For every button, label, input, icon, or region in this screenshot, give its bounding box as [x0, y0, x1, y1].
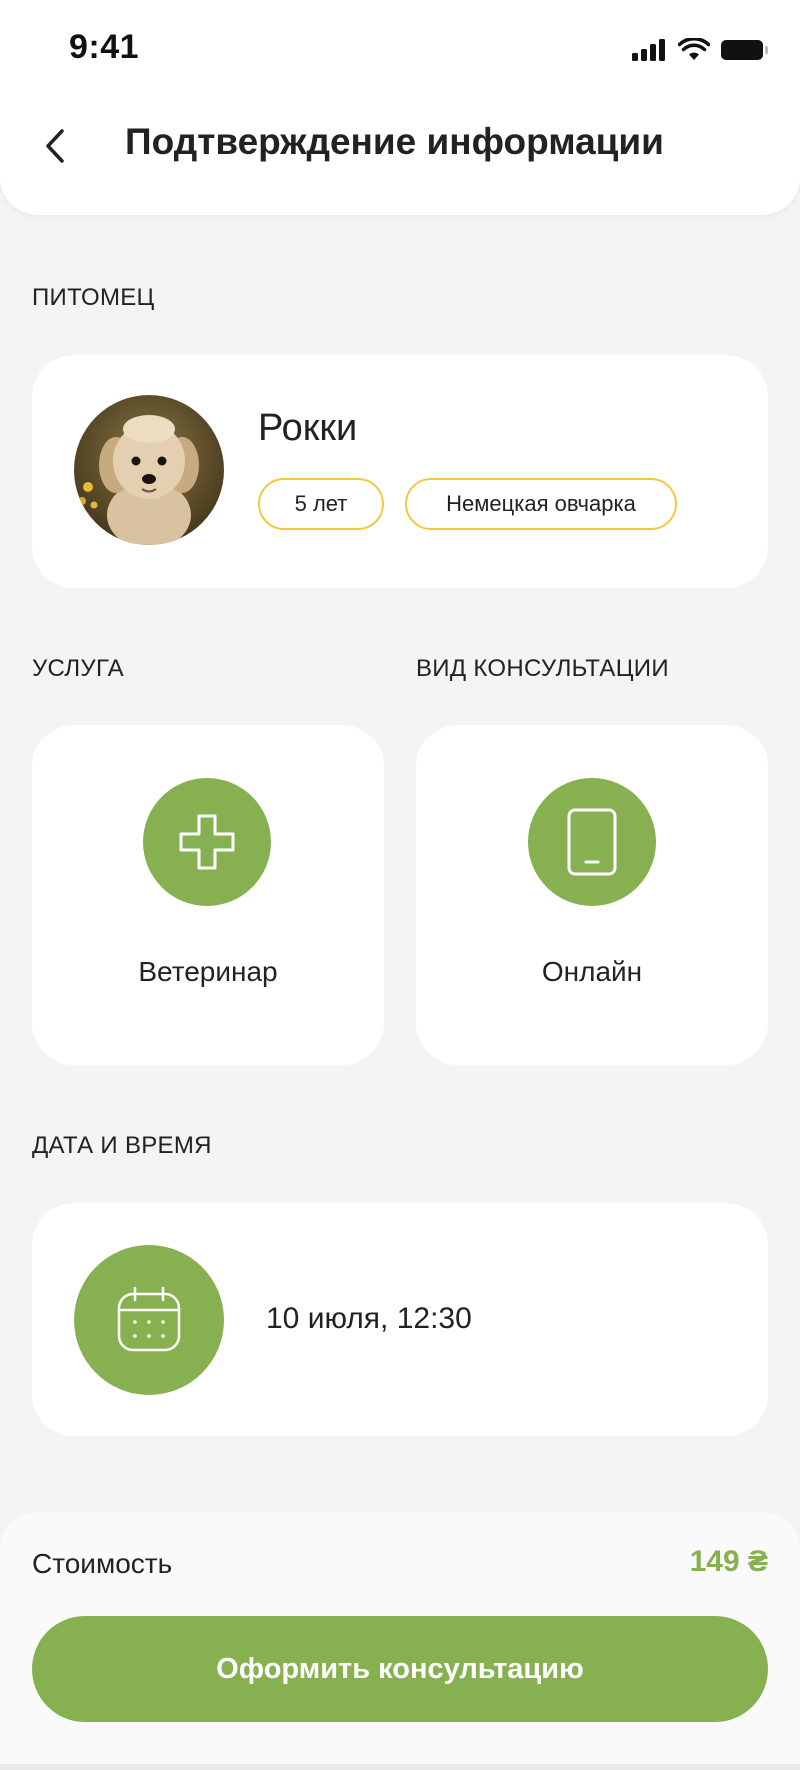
header: 9:41 Подтверждение информации	[0, 0, 800, 215]
phone-icon	[567, 808, 617, 876]
battery-icon	[721, 40, 768, 60]
consultation-section-label: ВИД КОНСУЛЬТАЦИИ	[416, 655, 669, 682]
datetime-section-label: ДАТА И ВРЕМЯ	[32, 1132, 212, 1159]
page-title: Подтверждение информации	[125, 121, 664, 162]
pet-age-tag: 5 лет	[258, 478, 384, 530]
status-time: 9:41	[69, 28, 140, 66]
wifi-icon	[678, 38, 710, 60]
cost-label: Стоимость	[32, 1548, 173, 1579]
datetime-value: 10 июля, 12:30	[266, 1302, 472, 1335]
datetime-icon-circle	[74, 1245, 224, 1395]
pet-section-label: ПИТОМЕЦ	[32, 284, 155, 311]
back-button[interactable]	[36, 118, 74, 174]
medical-cross-icon	[179, 814, 235, 870]
home-indicator	[0, 1764, 800, 1770]
chevron-left-icon	[46, 129, 64, 163]
submit-consultation-button[interactable]: Оформить консультацию	[32, 1616, 768, 1722]
pet-name: Рокки	[258, 407, 358, 449]
status-icons	[632, 38, 770, 62]
consultation-value: Онлайн	[541, 956, 643, 987]
pet-breed-tag: Немецкая овчарка	[405, 478, 677, 530]
service-value: Ветеринар	[138, 956, 278, 987]
pet-avatar	[74, 395, 224, 545]
service-section-label: УСЛУГА	[32, 655, 124, 682]
service-icon-circle	[143, 778, 271, 906]
calendar-icon	[117, 1286, 181, 1352]
consultation-icon-circle	[528, 778, 656, 906]
signal-icon	[632, 39, 665, 61]
cost-value: 149 ₴	[689, 1545, 768, 1578]
